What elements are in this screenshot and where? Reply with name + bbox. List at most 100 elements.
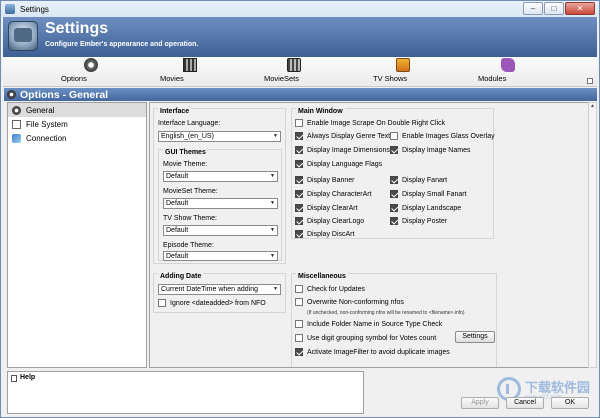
checkbox-box: [295, 146, 303, 154]
check-updates-checkbox[interactable]: Check for Updates: [295, 285, 365, 293]
toolbar-tvshows-label: TV Shows: [373, 74, 408, 83]
settings-button[interactable]: Settings: [455, 331, 495, 343]
options-content: Interface Interface Language: English_(e…: [149, 102, 591, 368]
checkbox-box: [295, 176, 303, 184]
checkbox-label: Display Small Fanart: [402, 190, 467, 198]
ok-button[interactable]: OK: [551, 397, 589, 409]
interface-group: Interface Interface Language: English_(e…: [153, 108, 286, 264]
checkbox-box: [390, 132, 398, 140]
checkbox-label: Display Image Names: [402, 146, 471, 154]
chevron-down-icon: ▼: [273, 133, 278, 139]
close-button[interactable]: ✕: [565, 2, 595, 15]
main-window-group: Main Window Enable Image Scrape On Doubl…: [291, 108, 495, 239]
settings-window: Settings – □ ✕ Settings Configure Ember'…: [0, 0, 600, 418]
tvshow-theme-select[interactable]: Default ▼: [163, 225, 278, 236]
checkbox-box: [295, 320, 303, 328]
tv-icon: [396, 58, 410, 72]
movie-theme-select[interactable]: Default ▼: [163, 171, 278, 182]
overwrite-note: (If unchecked, non-conforming nfos will …: [307, 310, 465, 316]
app-icon: [5, 4, 15, 14]
fanart-checkbox[interactable]: Display Fanart: [390, 176, 447, 184]
checkbox-box: [295, 204, 303, 212]
language-flags-checkbox[interactable]: Display Language Flags: [295, 160, 382, 168]
tvshow-theme-value: Default: [166, 227, 189, 234]
checkbox-label: Display ClearArt: [307, 204, 358, 212]
window-controls: – □ ✕: [522, 2, 595, 15]
clearlogo-checkbox[interactable]: Display ClearLogo: [295, 217, 364, 225]
adding-date-select[interactable]: Current DateTime when adding ▼: [158, 284, 281, 295]
overwrite-nfo-checkbox[interactable]: Overwrite Non-conforming nfos: [295, 298, 404, 306]
checkbox-label: Display Poster: [402, 217, 448, 225]
nav-item-label: Connection: [26, 133, 67, 143]
vertical-scrollbar[interactable]: ▲: [588, 102, 597, 368]
poster-checkbox[interactable]: Display Poster: [390, 217, 447, 225]
toolbar-tvshows[interactable]: TV Shows: [373, 58, 433, 83]
chevron-down-icon: ▼: [270, 200, 275, 206]
characterart-checkbox[interactable]: Display CharacterArt: [295, 190, 372, 198]
cancel-button[interactable]: Cancel: [506, 397, 544, 409]
small-fanart-checkbox[interactable]: Display Small Fanart: [390, 190, 467, 198]
scroll-up-icon[interactable]: ▲: [589, 103, 596, 110]
pin-icon[interactable]: [587, 78, 593, 84]
chevron-down-icon: ▼: [273, 286, 278, 292]
nav-item-file-system[interactable]: File System: [8, 117, 146, 131]
gear-icon: [7, 90, 16, 99]
nav-item-general[interactable]: General: [8, 103, 146, 117]
nav-item-label: General: [26, 105, 55, 115]
checkbox-box: [295, 160, 303, 168]
discart-checkbox[interactable]: Display DiscArt: [295, 230, 354, 238]
adding-date-value: Current DateTime when adding: [161, 286, 259, 293]
enable-scrape-checkbox[interactable]: Enable Image Scrape On Double Right Clic…: [295, 119, 445, 127]
episode-theme-select[interactable]: Default ▼: [163, 251, 278, 261]
gear-icon: [84, 58, 98, 72]
checkbox-box: [390, 204, 398, 212]
checkbox-label: Display Fanart: [402, 176, 448, 184]
checkbox-label: Display DiscArt: [307, 230, 355, 238]
checkbox-label: Check for Updates: [307, 285, 365, 293]
chevron-down-icon: ▼: [270, 227, 275, 233]
maximize-button[interactable]: □: [544, 2, 564, 15]
checkbox-label: Display Language Flags: [307, 160, 383, 168]
checkbox-box: [295, 132, 303, 140]
main-window-title: Main Window: [296, 108, 345, 115]
clearart-checkbox[interactable]: Display ClearArt: [295, 204, 358, 212]
genre-text-checkbox[interactable]: Always Display Genre Text: [295, 132, 390, 140]
ignore-dateadded-checkbox[interactable]: Ignore <dateadded> from NFO: [158, 299, 266, 307]
apply-button[interactable]: Apply: [461, 397, 499, 409]
minimize-button[interactable]: –: [523, 2, 543, 15]
image-filter-checkbox[interactable]: Activate ImageFilter to avoid duplicate …: [295, 348, 450, 356]
landscape-checkbox[interactable]: Display Landscape: [390, 204, 461, 212]
image-dimensions-checkbox[interactable]: Display Image Dimensions: [295, 146, 390, 154]
language-select[interactable]: English_(en_US) ▼: [158, 131, 281, 142]
checkbox-label: Display ClearLogo: [307, 217, 365, 225]
checkbox-box: [390, 176, 398, 184]
glass-overlay-checkbox[interactable]: Enable Images Glass Overlay: [390, 132, 495, 140]
checkbox-box: [295, 285, 303, 293]
enable-scrape-label: Enable Image Scrape On Double Right Clic…: [307, 119, 446, 127]
checkbox-label: Display Image Dimensions: [307, 146, 390, 154]
checkbox-label: Display Landscape: [402, 204, 462, 212]
header-banner: Settings Configure Ember's appearance an…: [3, 17, 597, 57]
movie-theme-value: Default: [166, 173, 189, 180]
nav-item-connection[interactable]: Connection: [8, 131, 146, 145]
movieset-theme-select[interactable]: Default ▼: [163, 198, 278, 209]
toolbar-options[interactable]: Options: [61, 58, 121, 83]
section-header: Options - General: [4, 88, 597, 101]
help-title: Help: [20, 374, 36, 381]
connection-icon: [12, 133, 21, 143]
banner-checkbox[interactable]: Display Banner: [295, 176, 354, 184]
toolbar-moviesets[interactable]: MovieSets: [264, 58, 324, 83]
image-names-checkbox[interactable]: Display Image Names: [390, 146, 470, 154]
toolbar-moviesets-label: MovieSets: [264, 74, 300, 83]
toolbar-modules[interactable]: Modules: [478, 58, 538, 83]
title-bar: Settings – □ ✕: [1, 1, 599, 17]
checkbox-label: Overwrite Non-conforming nfos: [307, 298, 404, 306]
checkbox-box: [295, 217, 303, 225]
folder-name-checkbox[interactable]: Include Folder Name in Source Type Check: [295, 320, 442, 328]
checkbox-box: [295, 190, 303, 198]
toolbar-movies[interactable]: Movies: [160, 58, 220, 83]
toolbar-options-label: Options: [61, 74, 87, 83]
digit-grouping-checkbox[interactable]: Use digit grouping symbol for Votes coun…: [295, 334, 436, 342]
watermark-text: 下载软件园: [525, 380, 591, 395]
chevron-down-icon: ▼: [270, 253, 275, 259]
